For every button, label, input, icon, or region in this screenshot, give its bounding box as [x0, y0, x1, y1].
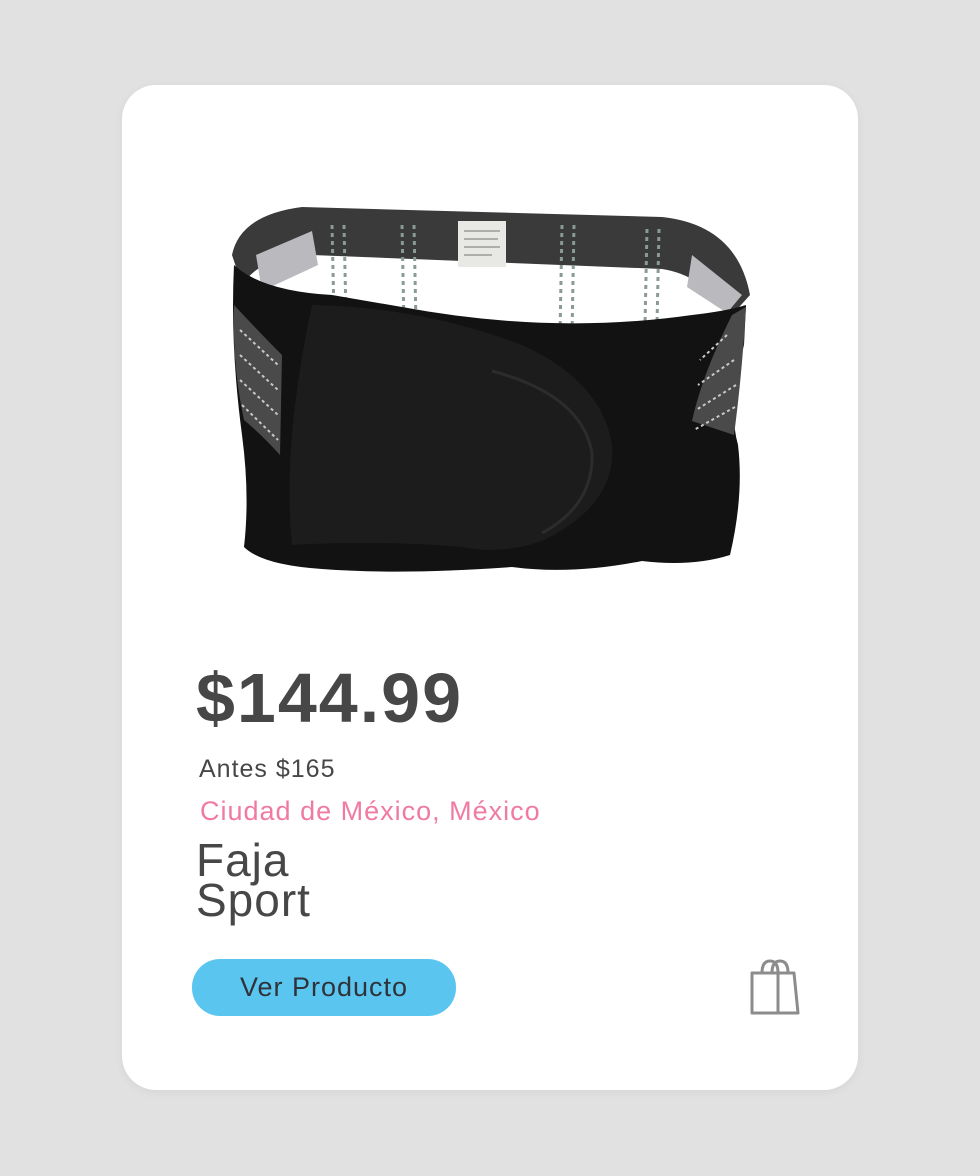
product-name-line-2: Sport: [196, 874, 311, 926]
product-name: Faja Sport: [196, 837, 311, 926]
shopping-bag-icon[interactable]: [748, 955, 802, 1019]
original-price: Antes $165: [199, 755, 336, 783]
product-card: $144.99 Antes $165 Ciudad de México, Méx…: [122, 85, 858, 1090]
product-price: $144.99: [196, 659, 464, 737]
view-product-button[interactable]: Ver Producto: [192, 959, 456, 1016]
product-location: Ciudad de México, México: [200, 796, 541, 826]
product-image: [232, 207, 750, 572]
